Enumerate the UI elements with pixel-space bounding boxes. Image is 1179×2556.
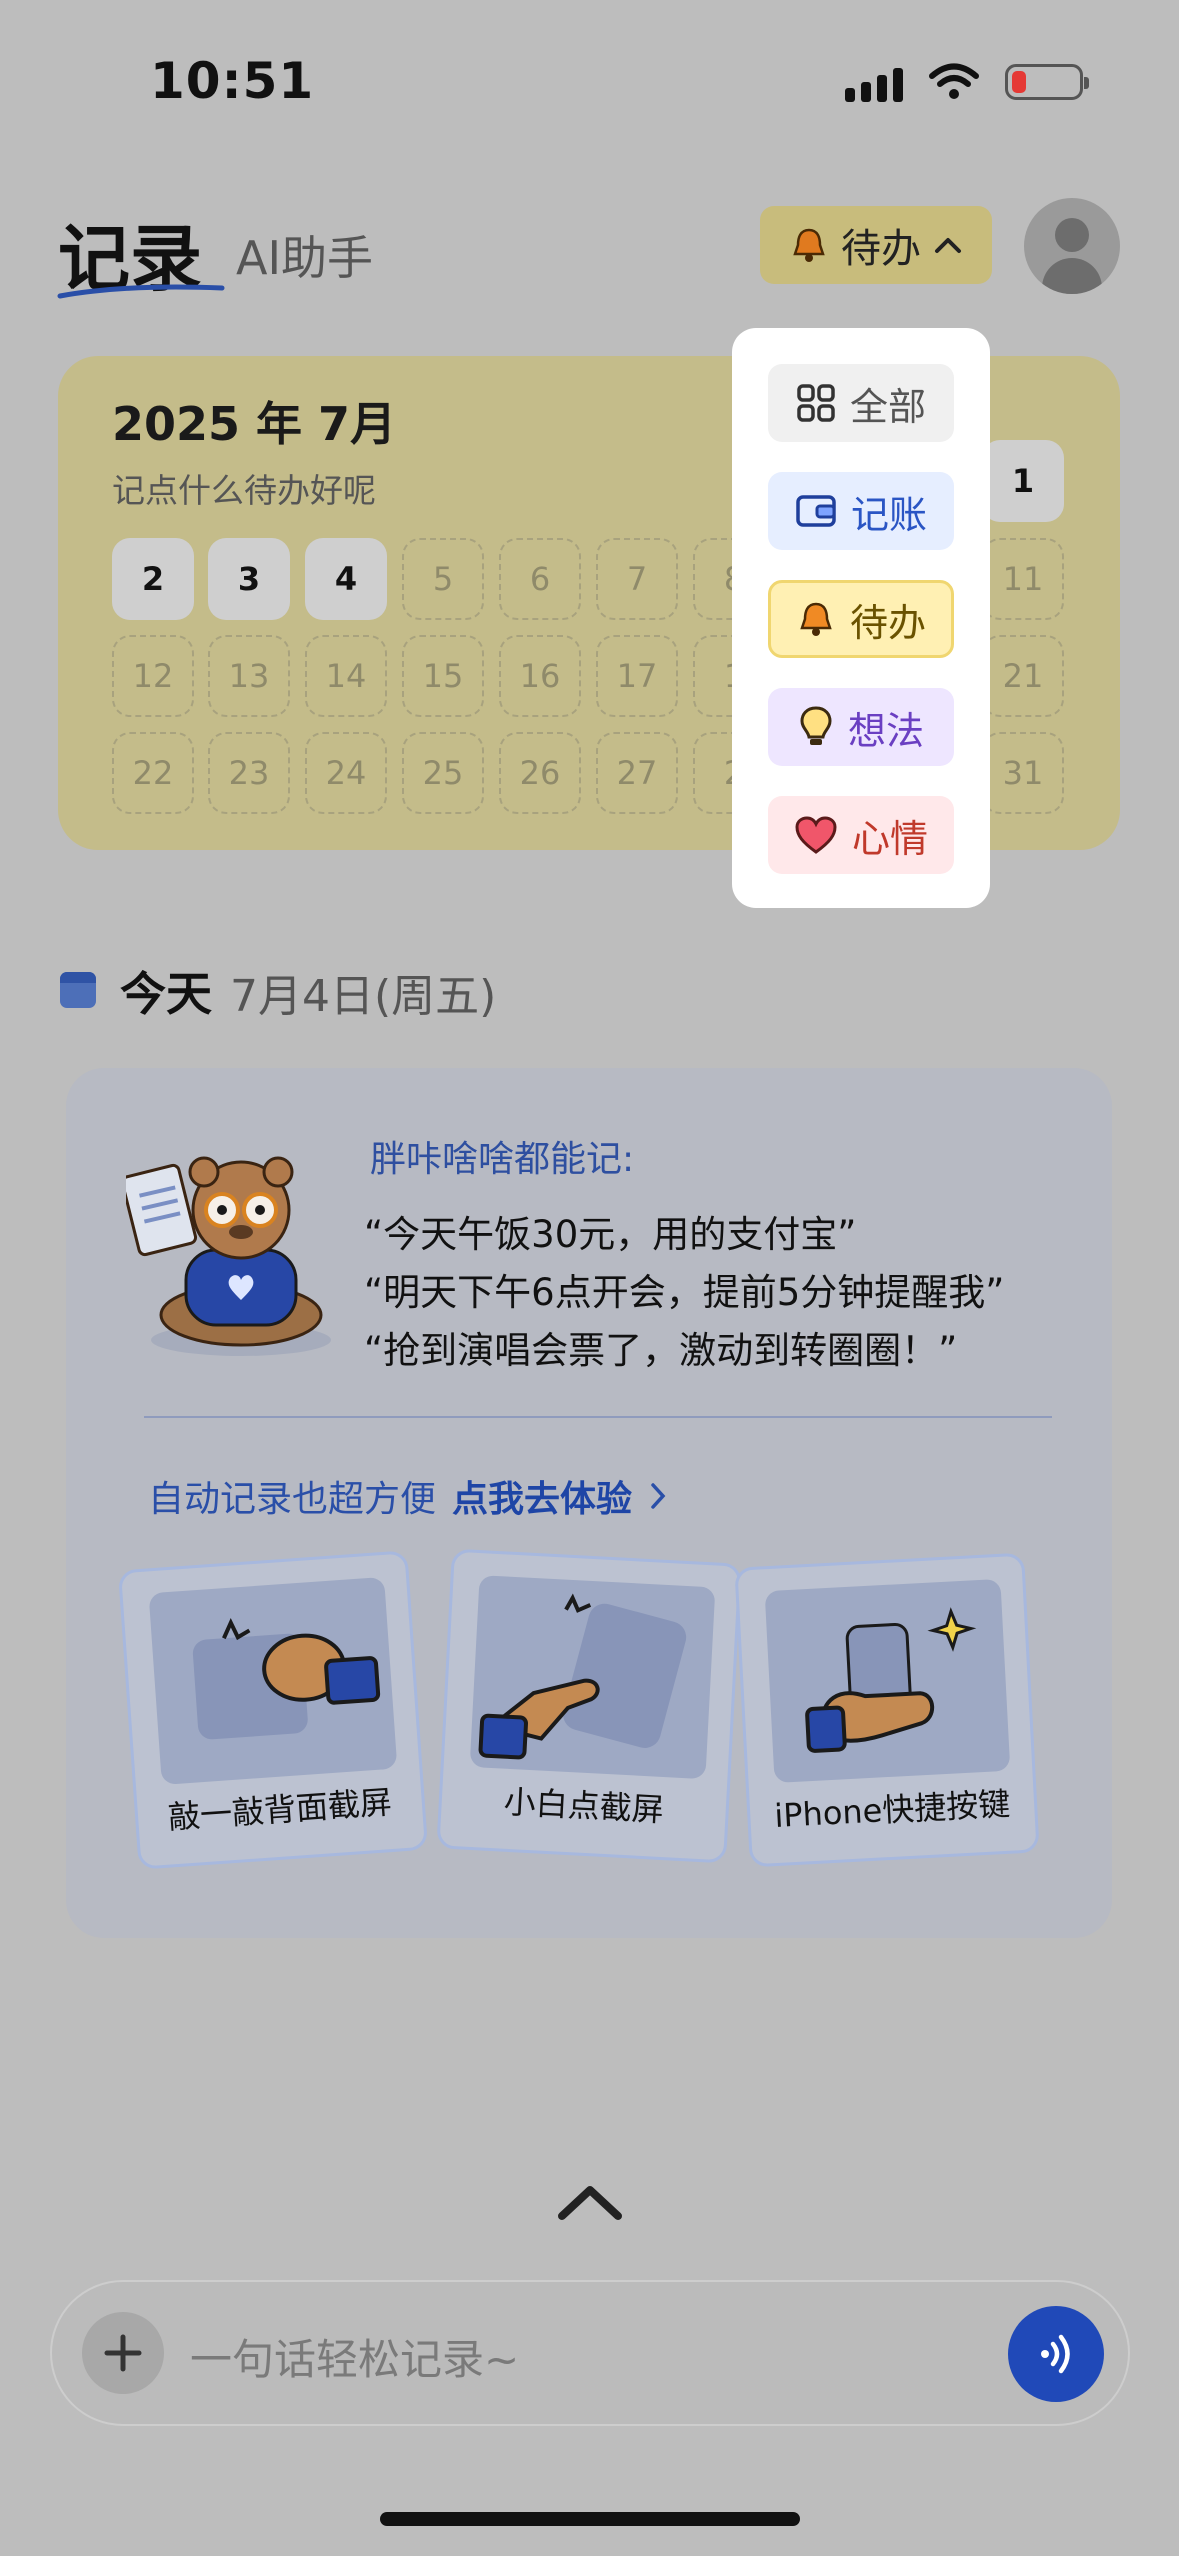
wallet-icon xyxy=(796,495,836,527)
filter-dropdown-button[interactable]: 待办 xyxy=(760,206,992,284)
battery-icon xyxy=(1005,64,1089,100)
assistive-touch-illustration xyxy=(469,1575,716,1780)
info-heading: 胖咔啥啥都能记: xyxy=(370,1139,635,1180)
tile-caption: iPhone快捷按键 xyxy=(773,1784,1012,1836)
calendar-day[interactable]: 27 xyxy=(596,732,678,814)
filter-button-label: 待办 xyxy=(841,226,921,272)
menu-item-label: 心情 xyxy=(851,816,928,861)
tile-caption: 敲一敲背面截屏 xyxy=(166,1782,394,1837)
status-time: 10:51 xyxy=(150,52,315,110)
calendar-day[interactable]: 31 xyxy=(982,732,1064,814)
calendar-day[interactable]: 21 xyxy=(982,635,1064,717)
menu-item-all[interactable]: 全部 xyxy=(768,364,954,442)
calendar-day[interactable]: 22 xyxy=(112,732,194,814)
calendar-subtitle: 记点什么待办好呢 xyxy=(112,471,376,510)
calendar-day[interactable]: 23 xyxy=(208,732,290,814)
tile-caption: 小白点截屏 xyxy=(502,1782,665,1830)
plus-icon xyxy=(104,2334,142,2372)
menu-item-mood[interactable]: 心情 xyxy=(768,796,954,874)
calendar-day[interactable]: 7 xyxy=(596,538,678,620)
divider xyxy=(144,1416,1052,1418)
calendar-day[interactable]: 2 xyxy=(112,538,194,620)
calendar-icon xyxy=(60,972,96,1008)
chevron-right-icon xyxy=(651,1483,666,1509)
calendar-title: 2025 年 7月 xyxy=(112,397,397,451)
auto-record-action: 点我去体验 xyxy=(452,1479,633,1520)
menu-item-label: 想法 xyxy=(847,708,924,753)
page-subtitle: AI助手 xyxy=(236,231,374,285)
calendar-day[interactable]: 15 xyxy=(402,635,484,717)
calendar-day[interactable]: 3 xyxy=(208,538,290,620)
menu-item-label: 待办 xyxy=(849,600,926,645)
calendar-day[interactable]: 5 xyxy=(402,538,484,620)
grid-icon xyxy=(797,384,835,422)
heart-icon xyxy=(795,816,837,854)
chevron-up-icon xyxy=(935,238,961,253)
voice-button[interactable] xyxy=(1008,2306,1104,2402)
back-tap-illustration xyxy=(148,1576,398,1785)
calendar-day[interactable]: 13 xyxy=(208,635,290,717)
today-date: 7月4日(周五) xyxy=(230,971,497,1022)
tile-iphone-shortcut[interactable]: iPhone快捷按键 xyxy=(734,1552,1040,1868)
add-button[interactable] xyxy=(82,2312,164,2394)
bell-icon xyxy=(800,602,832,636)
calendar-day[interactable]: 4 xyxy=(305,538,387,620)
iphone-shortcut-illustration xyxy=(764,1578,1011,1783)
status-icons xyxy=(845,62,1089,102)
signal-icon xyxy=(845,62,903,102)
example-quote: “抢到演唱会票了，激动到转圈圈！” xyxy=(364,1329,958,1372)
today-label: 今天 xyxy=(120,967,212,1021)
calendar-day[interactable]: 16 xyxy=(499,635,581,717)
record-input[interactable]: 一句话轻松记录~ xyxy=(190,2326,519,2387)
voice-icon xyxy=(1041,2334,1070,2374)
calendar-day[interactable]: 25 xyxy=(402,732,484,814)
example-quote: “明天下午6点开会，提前5分钟提醒我” xyxy=(364,1271,1005,1314)
auto-record-link[interactable]: 自动记录也超方便 点我去体验 xyxy=(148,1470,668,1522)
calendar-day[interactable]: 1 xyxy=(982,440,1064,522)
expand-chevron-icon[interactable] xyxy=(556,2182,624,2222)
tile-assistive-touch[interactable]: 小白点截屏 xyxy=(436,1548,742,1864)
calendar-day[interactable]: 14 xyxy=(305,635,387,717)
menu-item-todo[interactable]: 待办 xyxy=(768,580,954,658)
example-quote: “今天午饭30元，用的支付宝” xyxy=(364,1213,857,1256)
auto-record-text: 自动记录也超方便 xyxy=(148,1479,437,1520)
calendar-day[interactable]: 12 xyxy=(112,635,194,717)
bell-icon xyxy=(793,228,825,262)
menu-item-label: 全部 xyxy=(849,384,926,429)
calendar-day[interactable]: 11 xyxy=(982,538,1064,620)
calendar-day[interactable]: 26 xyxy=(499,732,581,814)
calendar-day[interactable]: 17 xyxy=(596,635,678,717)
tile-back-tap[interactable]: 敲一敲背面截屏 xyxy=(117,1550,429,1870)
menu-item-bookkeeping[interactable]: 记账 xyxy=(768,472,954,550)
calendar-day[interactable]: 6 xyxy=(499,538,581,620)
title-underline-decoration xyxy=(57,284,225,299)
menu-item-ideas[interactable]: 想法 xyxy=(768,688,954,766)
calendar-day[interactable]: 24 xyxy=(305,732,387,814)
filter-dropdown-menu: 全部 记账 待办 想法 心情 xyxy=(732,328,990,908)
home-indicator xyxy=(380,2512,800,2526)
wifi-icon xyxy=(929,63,979,99)
menu-item-label: 记账 xyxy=(850,492,927,537)
bulb-icon xyxy=(800,706,832,745)
avatar[interactable] xyxy=(1024,198,1120,294)
mascot-illustration xyxy=(126,1156,331,1356)
